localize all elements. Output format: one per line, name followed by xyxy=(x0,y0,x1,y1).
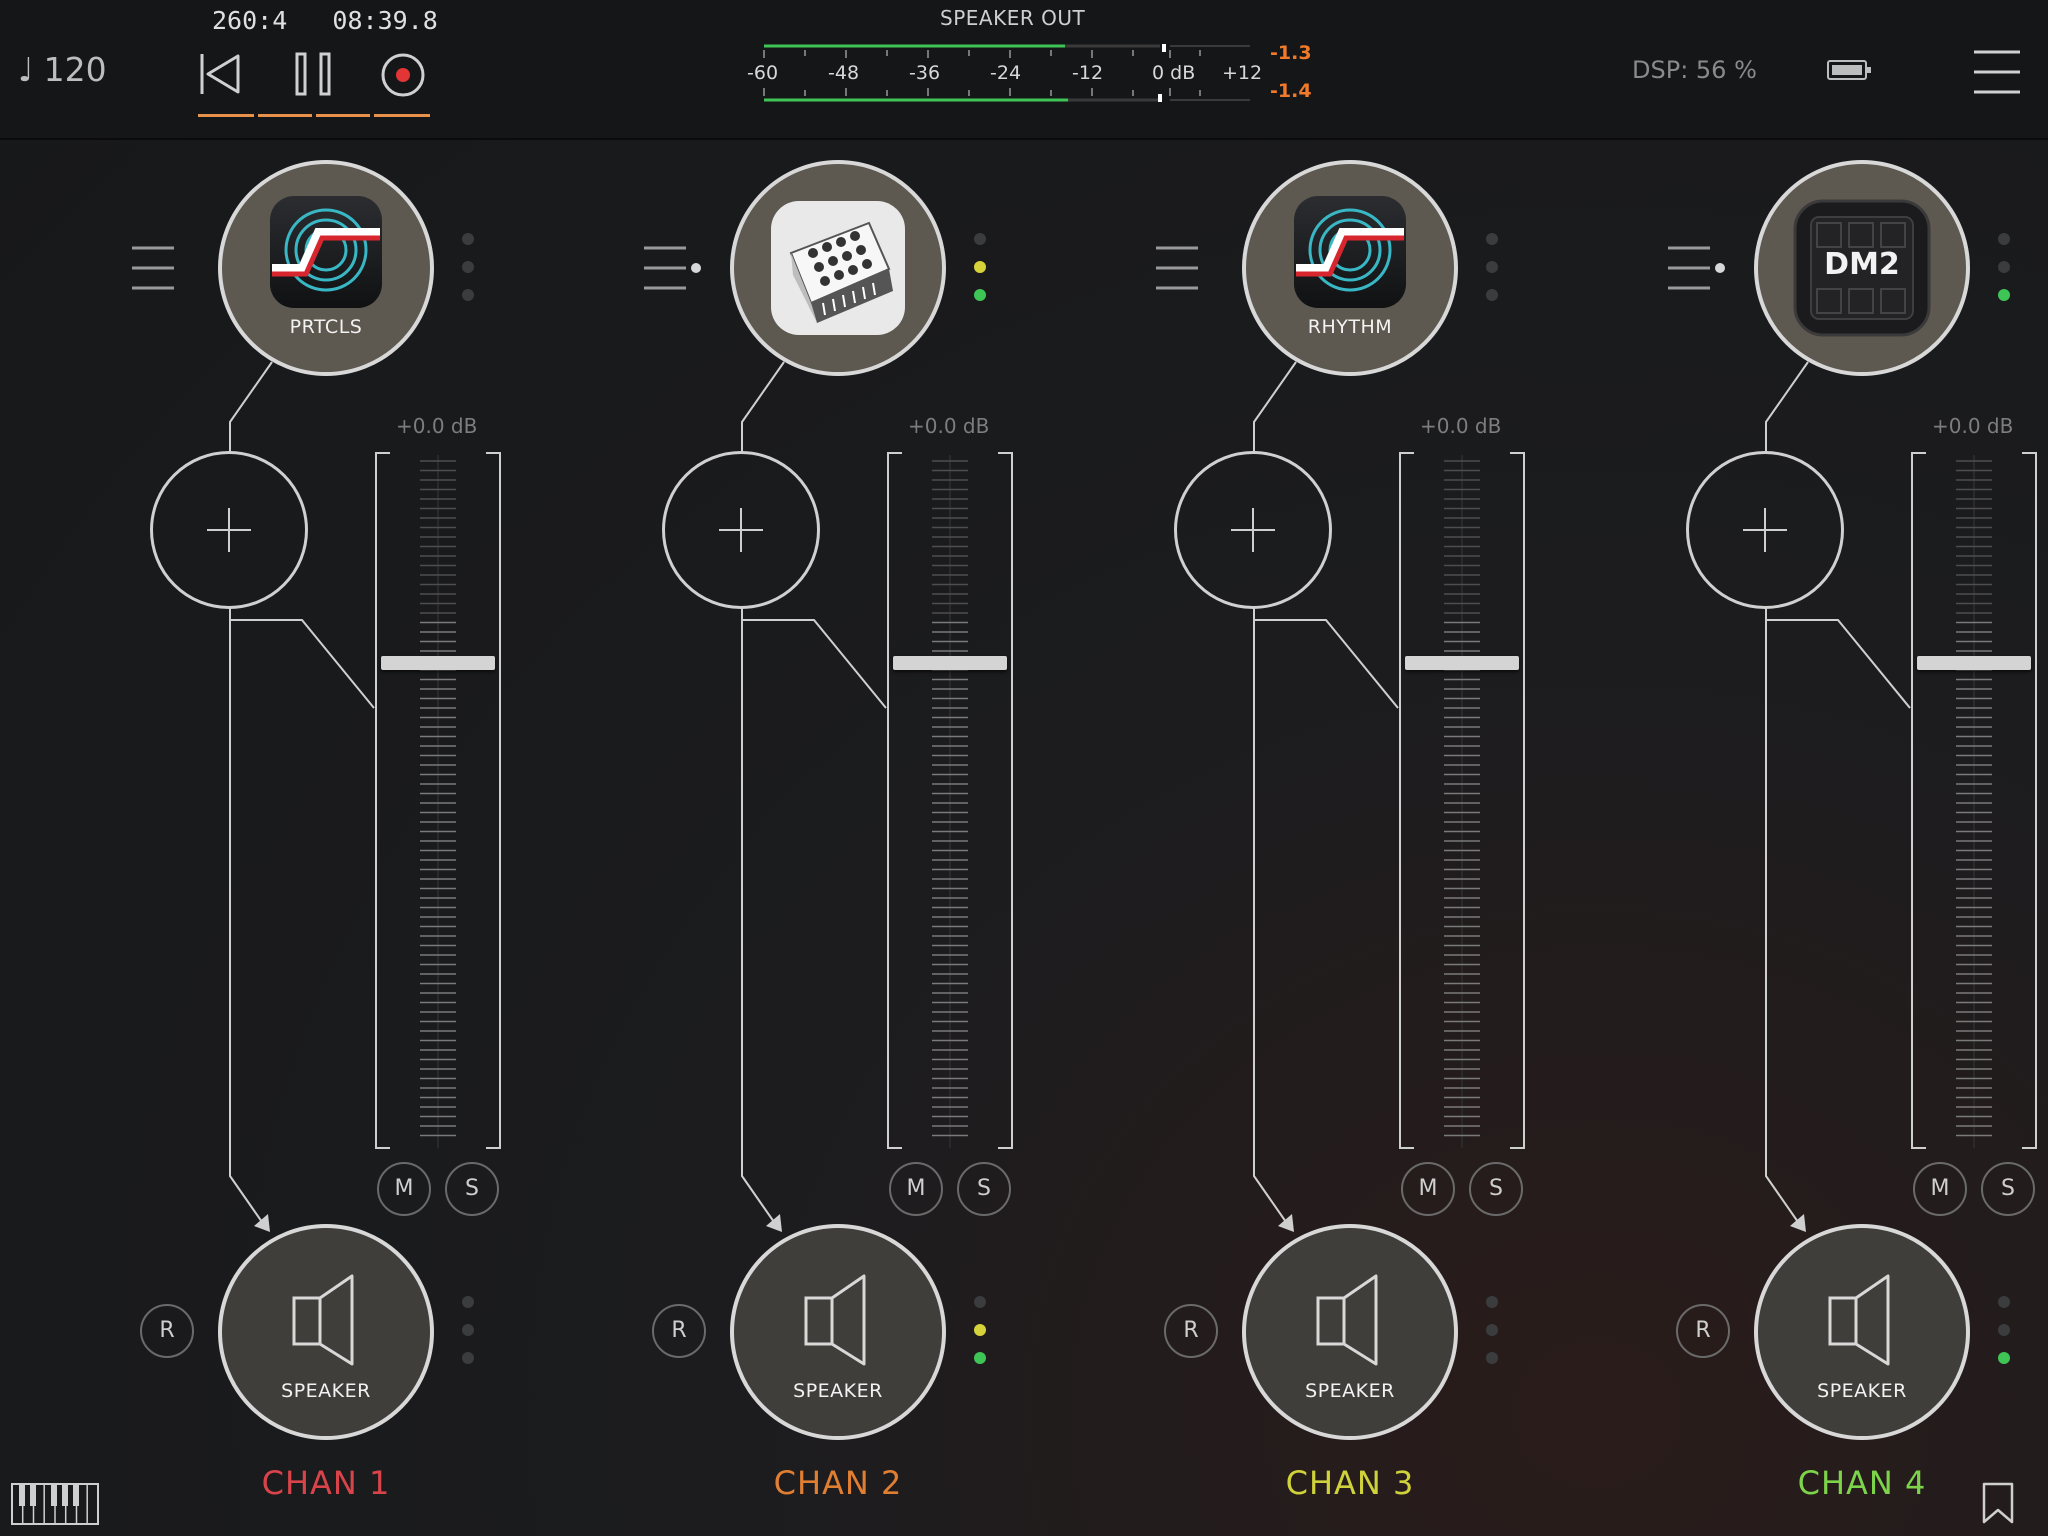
channel-menu-button[interactable] xyxy=(1154,244,1214,292)
status-led xyxy=(1486,289,1498,301)
status-led xyxy=(1486,261,1498,273)
channel-menu-button[interactable] xyxy=(1666,244,1726,292)
output-slot[interactable]: SPEAKER xyxy=(1242,1224,1458,1440)
add-effect-button[interactable] xyxy=(150,451,308,609)
status-led xyxy=(1998,289,2010,301)
list-menu-icon xyxy=(1668,246,1725,290)
output-label: SPEAKER xyxy=(281,1380,371,1402)
status-led xyxy=(462,1352,474,1364)
volume-fader[interactable] xyxy=(376,453,500,1148)
speaker-icon xyxy=(1316,1274,1378,1366)
mute-button[interactable]: M xyxy=(377,1162,431,1216)
particles-app-icon xyxy=(1294,196,1406,308)
record-arm-button[interactable]: R xyxy=(1676,1304,1730,1358)
add-effect-button[interactable] xyxy=(662,451,820,609)
volume-fader[interactable] xyxy=(1912,453,2036,1148)
channel-strip: +0.0 dB DM2 M S R SPEAKER CHAN 4 xyxy=(1536,0,2048,1536)
status-led xyxy=(1998,1296,2010,1308)
output-label: SPEAKER xyxy=(1305,1380,1395,1402)
synthesizer-app-icon xyxy=(771,201,905,335)
plugin-app-icon xyxy=(268,194,384,310)
add-effect-button[interactable] xyxy=(1174,451,1332,609)
status-led xyxy=(462,289,474,301)
bookmark-icon xyxy=(1982,1482,2014,1524)
solo-button[interactable]: S xyxy=(1469,1162,1523,1216)
status-led xyxy=(1486,1296,1498,1308)
channel-menu-button[interactable] xyxy=(130,244,190,292)
plugin-label: PRTCLS xyxy=(289,316,363,338)
plugin-slot[interactable] xyxy=(730,160,946,376)
plus-icon xyxy=(1231,508,1275,552)
keyboard-button[interactable] xyxy=(10,1482,100,1526)
list-menu-icon xyxy=(1156,246,1198,290)
status-led xyxy=(462,1324,474,1336)
speaker-icon xyxy=(1828,1274,1890,1366)
mute-button[interactable]: M xyxy=(889,1162,943,1216)
mute-button[interactable]: M xyxy=(1913,1162,1967,1216)
particles-app-icon xyxy=(270,196,382,308)
gain-value: +0.0 dB xyxy=(908,414,990,438)
status-led xyxy=(462,261,474,273)
status-led xyxy=(462,1296,474,1308)
status-led xyxy=(974,289,986,301)
record-arm-button[interactable]: R xyxy=(1164,1304,1218,1358)
solo-button[interactable]: S xyxy=(957,1162,1011,1216)
solo-button[interactable]: S xyxy=(1981,1162,2035,1216)
plus-icon xyxy=(207,508,251,552)
solo-button[interactable]: S xyxy=(445,1162,499,1216)
plus-icon xyxy=(719,508,763,552)
output-label: SPEAKER xyxy=(1817,1380,1907,1402)
plus-icon xyxy=(1743,508,1787,552)
plugin-app-icon: DM2 xyxy=(1793,199,1931,337)
gain-value: +0.0 dB xyxy=(1420,414,1502,438)
channel-strip: +0.0 dB xyxy=(512,0,1024,1536)
status-led xyxy=(974,1352,986,1364)
add-effect-button[interactable] xyxy=(1686,451,1844,609)
channel-name[interactable]: CHAN 3 xyxy=(1242,1464,1458,1502)
volume-fader[interactable] xyxy=(888,453,1012,1148)
list-menu-icon xyxy=(132,246,174,290)
status-led xyxy=(462,233,474,245)
channel-name[interactable]: CHAN 2 xyxy=(730,1464,946,1502)
status-led xyxy=(1486,1352,1498,1364)
plugin-app-icon xyxy=(1292,194,1408,310)
channel-menu-button[interactable] xyxy=(642,244,702,292)
output-slot[interactable]: SPEAKER xyxy=(730,1224,946,1440)
bookmark-button[interactable] xyxy=(1980,1480,2016,1526)
status-led xyxy=(974,261,986,273)
status-led xyxy=(974,233,986,245)
status-led xyxy=(1486,233,1498,245)
list-menu-icon xyxy=(644,246,701,290)
speaker-icon xyxy=(292,1274,354,1366)
status-led xyxy=(974,1296,986,1308)
piano-keyboard-icon xyxy=(11,1483,99,1525)
channel-strip: +0.0 dB xyxy=(1024,0,1536,1536)
channel-name[interactable]: CHAN 4 xyxy=(1754,1464,1970,1502)
plugin-slot[interactable]: RHYTHM xyxy=(1242,160,1458,376)
status-led xyxy=(1998,261,2010,273)
gain-value: +0.0 dB xyxy=(1932,414,2014,438)
channel-strip: +0.0 dB xyxy=(0,0,512,1536)
record-arm-button[interactable]: R xyxy=(140,1304,194,1358)
status-led xyxy=(974,1324,986,1336)
status-led xyxy=(1998,233,2010,245)
channel-name[interactable]: CHAN 1 xyxy=(218,1464,434,1502)
dm2-logo-text: DM2 xyxy=(1824,247,1900,282)
plugin-label: RHYTHM xyxy=(1307,316,1393,338)
mute-button[interactable]: M xyxy=(1401,1162,1455,1216)
gain-value: +0.0 dB xyxy=(396,414,478,438)
volume-fader[interactable] xyxy=(1400,453,1524,1148)
speaker-icon xyxy=(804,1274,866,1366)
plugin-slot[interactable]: DM2 xyxy=(1754,160,1970,376)
output-slot[interactable]: SPEAKER xyxy=(218,1224,434,1440)
plugin-slot[interactable]: PRTCLS xyxy=(218,160,434,376)
plugin-app-icon xyxy=(769,199,907,337)
status-led xyxy=(1486,1324,1498,1336)
status-led xyxy=(1998,1352,2010,1364)
status-led xyxy=(1998,1324,2010,1336)
record-arm-button[interactable]: R xyxy=(652,1304,706,1358)
output-slot[interactable]: SPEAKER xyxy=(1754,1224,1970,1440)
output-label: SPEAKER xyxy=(793,1380,883,1402)
